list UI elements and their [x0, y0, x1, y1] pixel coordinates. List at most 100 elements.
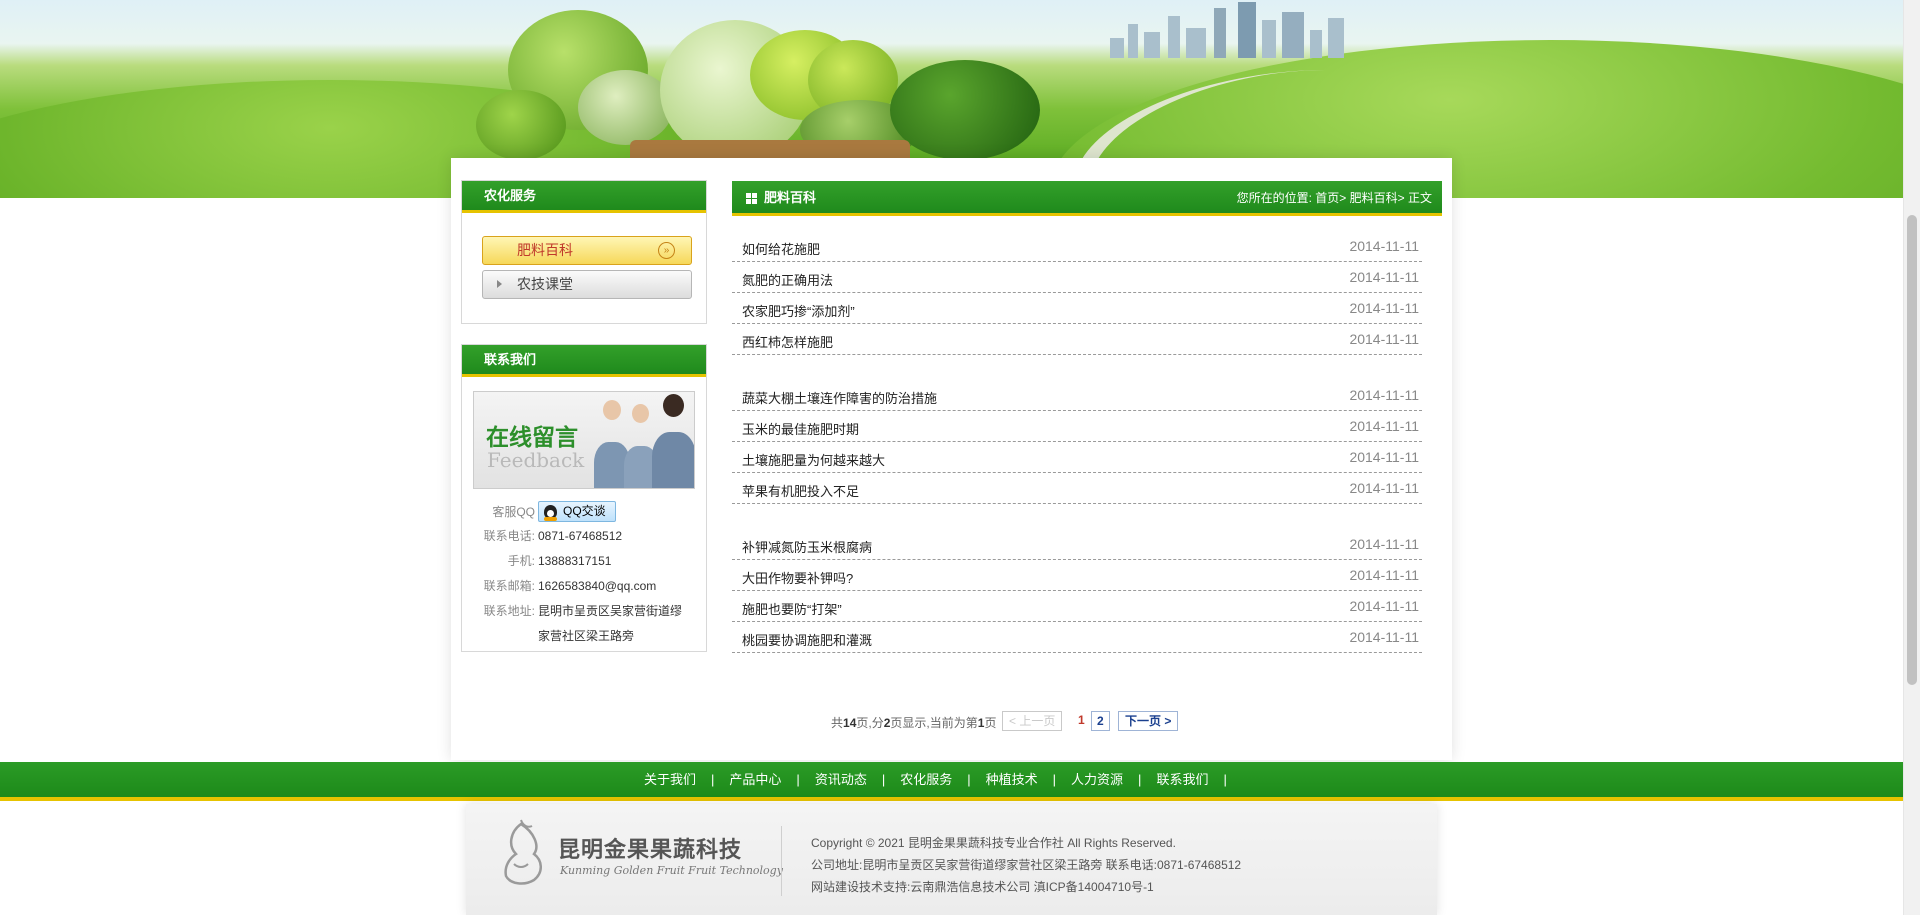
footer-nav-planting-tech[interactable]: 种植技术: [986, 762, 1038, 798]
list-item[interactable]: 农家肥巧掺“添加剂” 2014-11-11: [732, 293, 1422, 324]
footer-nav-separator: |: [1138, 772, 1142, 787]
company-name: 昆明金果果蔬科技: [558, 838, 743, 863]
list-item[interactable]: 大田作物要补钾吗? 2014-11-11: [732, 560, 1422, 591]
tech-support-text: 网站建设技术支持:云南鼎浩信息技术公司 滇ICP备14004710号-1: [811, 880, 1154, 894]
content-wrapper: 农化服务 肥料百科 » 农技课堂 联系我们 在线留言 Feedback 客服QQ: [451, 158, 1452, 760]
article-list-group-2: 蔬菜大棚土壤连作障害的防治措施 2014-11-11 玉米的最佳施肥时期 2014-…: [732, 380, 1422, 504]
article-date: 2014-11-11: [1349, 238, 1419, 254]
article-date: 2014-11-11: [1349, 567, 1419, 583]
article-title[interactable]: 蔬菜大棚土壤连作障害的防治措施: [742, 388, 937, 407]
email-label: 联系邮箱:: [483, 579, 535, 593]
footer-nav-hr[interactable]: 人力资源: [1071, 762, 1123, 798]
list-item[interactable]: 施肥也要防“打架” 2014-11-11: [732, 591, 1422, 622]
footer-nav: 关于我们 | 产品中心 | 资讯动态 | 农化服务 | 种植技术 | 人力资源 | 联系我们 |: [0, 762, 1903, 801]
article-title[interactable]: 玉米的最佳施肥时期: [742, 419, 859, 438]
company-logo: [504, 819, 542, 885]
article-title[interactable]: 苹果有机肥投入不足: [742, 481, 859, 500]
list-item[interactable]: 蔬菜大棚土壤连作障害的防治措施 2014-11-11: [732, 380, 1422, 411]
article-title[interactable]: 桃园要协调施肥和灌溉: [742, 630, 872, 649]
footer-nav-separator: |: [1052, 772, 1057, 787]
pagination-info: 共14页,分2页显示,当前为第1页: [831, 716, 997, 730]
article-date: 2014-11-11: [1349, 480, 1419, 496]
article-title[interactable]: 如何给花施肥: [742, 239, 820, 258]
article-date: 2014-11-11: [1349, 536, 1419, 552]
breadcrumb-category[interactable]: 肥料百科>: [1350, 191, 1405, 205]
article-date: 2014-11-11: [1349, 449, 1419, 465]
footer-nav-agri-service[interactable]: 农化服务: [900, 762, 952, 798]
footer: 昆明金果果蔬科技 Kunming Golden Fruit Fruit Tech…: [466, 804, 1437, 915]
sidebar-item-fertilizer-encyclopedia[interactable]: 肥料百科 »: [482, 236, 692, 265]
article-title[interactable]: 大田作物要补钾吗?: [742, 568, 853, 587]
article-date: 2014-11-11: [1349, 387, 1419, 403]
breadcrumb: 您所在的位置: 首页> 肥料百科> 正文: [1237, 181, 1432, 215]
article-date: 2014-11-11: [1349, 300, 1419, 316]
sidebar-item-label: 肥料百科: [517, 242, 573, 258]
article-title[interactable]: 补钾减氮防玉米根腐病: [742, 537, 872, 556]
page-2-button[interactable]: 2: [1091, 711, 1110, 731]
footer-nav-about[interactable]: 关于我们: [644, 762, 696, 798]
article-title[interactable]: 西红柿怎样施肥: [742, 332, 833, 351]
footer-divider: [781, 826, 782, 896]
qq-penguin-icon: [544, 505, 557, 521]
footer-nav-news[interactable]: 资讯动态: [815, 762, 867, 798]
company-name-en: Kunming Golden Fruit Fruit Technology: [560, 864, 783, 877]
banner-vegetables: [470, 0, 1060, 170]
next-page-button[interactable]: 下一页 >: [1118, 711, 1179, 731]
copyright-text: Copyright © 2021 昆明金果果蔬科技专业合作社 All Right…: [811, 836, 1176, 850]
qq-chat-button[interactable]: QQ交谈: [538, 501, 616, 522]
mobile-value: 13888317151: [538, 554, 612, 568]
contact-email-row: 联系邮箱: 1626583840@qq.com: [462, 576, 708, 596]
sidebar-contact-title: 联系我们: [462, 345, 706, 377]
list-item[interactable]: 桃园要协调施肥和灌溉 2014-11-11: [732, 622, 1422, 653]
feedback-subtitle: Feedback: [487, 448, 585, 472]
footer-nav-contact[interactable]: 联系我们: [1156, 762, 1208, 798]
list-item[interactable]: 氮肥的正确用法 2014-11-11: [732, 262, 1422, 293]
article-date: 2014-11-11: [1349, 418, 1419, 434]
contact-qq-row: 客服QQ QQ交谈: [462, 501, 708, 522]
footer-nav-separator: |: [711, 772, 715, 787]
grid-icon: [746, 193, 757, 204]
list-item[interactable]: 苹果有机肥投入不足 2014-11-11: [732, 473, 1422, 504]
list-item[interactable]: 补钾减氮防玉米根腐病 2014-11-11: [732, 529, 1422, 560]
article-title[interactable]: 施肥也要防“打架”: [742, 599, 842, 618]
phone-value: 0871-67468512: [538, 529, 623, 543]
feedback-title: 在线留言: [486, 425, 578, 451]
article-date: 2014-11-11: [1349, 269, 1419, 285]
list-item[interactable]: 西红柿怎样施肥 2014-11-11: [732, 324, 1422, 355]
double-chevron-right-icon: »: [658, 242, 675, 259]
article-list-group-3: 补钾减氮防玉米根腐病 2014-11-11 大田作物要补钾吗? 2014-11-11…: [732, 529, 1422, 653]
sidebar-service-title: 农化服务: [462, 181, 706, 213]
contact-phone-row: 联系电话: 0871-67468512: [462, 526, 708, 546]
qq-label: 客服QQ: [492, 505, 535, 519]
breadcrumb-prefix: 您所在的位置:: [1236, 191, 1312, 205]
article-title[interactable]: 氮肥的正确用法: [742, 270, 833, 289]
breadcrumb-current: 正文: [1407, 191, 1432, 205]
feedback-banner[interactable]: 在线留言 Feedback: [473, 391, 695, 489]
company-address-text: 公司地址:昆明市呈贡区吴家营街道缪家营社区梁王路旁 联系电话:0871-6746…: [811, 858, 1242, 872]
contact-address-row: 联系地址: 昆明市呈贡区吴家营街道缪: [462, 601, 708, 621]
qq-chat-button-label: QQ交谈: [563, 504, 606, 518]
list-item[interactable]: 玉米的最佳施肥时期 2014-11-11: [732, 411, 1422, 442]
footer-nav-separator: |: [967, 772, 971, 787]
phone-label: 联系电话:: [483, 529, 535, 543]
footer-nav-separator: |: [1223, 772, 1227, 787]
article-title[interactable]: 农家肥巧掺“添加剂”: [742, 301, 855, 320]
page-scrollbar[interactable]: [1903, 0, 1920, 915]
address-value-line2: 家营社区梁王路旁: [538, 629, 635, 643]
article-list-group-1: 如何给花施肥 2014-11-11 氮肥的正确用法 2014-11-11 农家肥巧掺…: [732, 231, 1422, 355]
main-section-header: 肥料百科 您所在的位置: 首页> 肥料百科> 正文: [732, 181, 1442, 216]
list-item[interactable]: 如何给花施肥 2014-11-11: [732, 231, 1422, 262]
footer-nav-products[interactable]: 产品中心: [729, 762, 781, 798]
article-title[interactable]: 土壤施肥量为何越来越大: [742, 450, 885, 469]
article-date: 2014-11-11: [1349, 331, 1419, 347]
banner-city-skyline: [1110, 0, 1410, 58]
footer-nav-separator: |: [881, 772, 886, 787]
page-title: 肥料百科: [764, 190, 817, 205]
sidebar-item-agri-tech-class[interactable]: 农技课堂: [482, 270, 692, 299]
breadcrumb-home[interactable]: 首页>: [1315, 191, 1346, 205]
footer-nav-separator: |: [796, 772, 800, 787]
scrollbar-thumb[interactable]: [1907, 215, 1917, 685]
triangle-right-icon: [497, 280, 502, 288]
list-item[interactable]: 土壤施肥量为何越来越大 2014-11-11: [732, 442, 1422, 473]
sidebar-item-label: 农技课堂: [517, 276, 573, 292]
